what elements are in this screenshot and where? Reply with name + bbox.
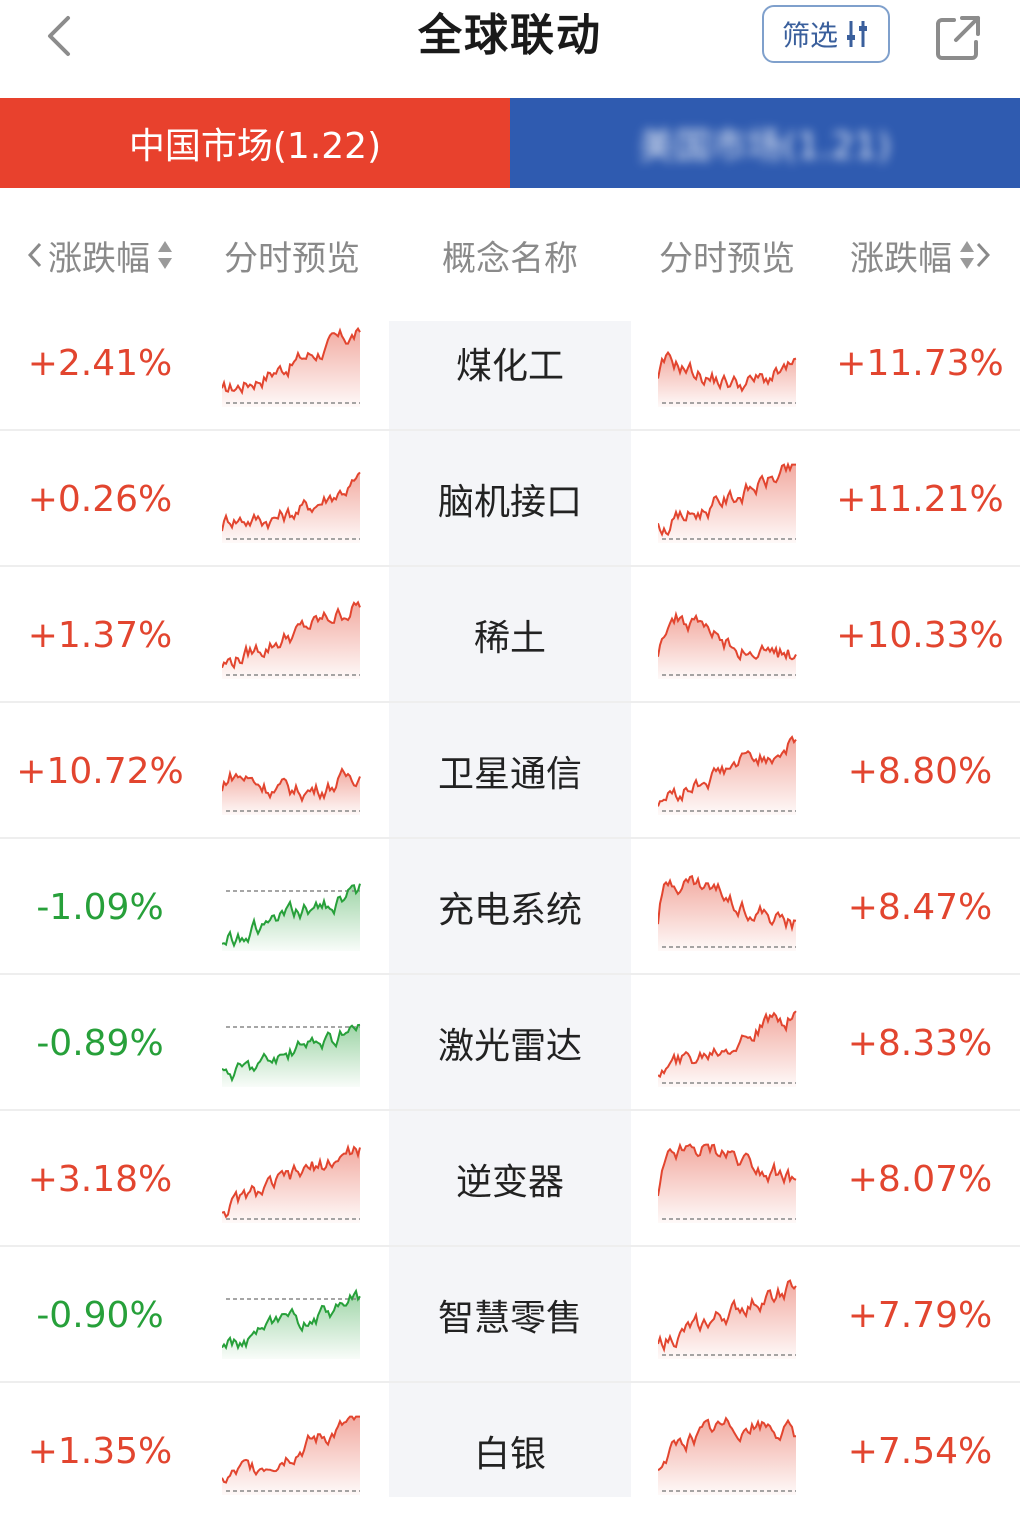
china-change-value: -0.89%	[36, 1022, 164, 1064]
us-change-value: +8.33%	[847, 1022, 993, 1064]
table-row[interactable]: +3.18% 逆变器 +8.07%	[0, 1111, 1020, 1247]
sort-right-change[interactable]: 涨跌幅	[820, 220, 1020, 290]
us-change-value: +8.47%	[847, 886, 993, 928]
sort-left-change[interactable]: 涨跌幅	[0, 220, 200, 290]
china-change-value: +2.41%	[27, 342, 173, 384]
us-change-value: +11.21%	[836, 478, 1004, 520]
us-intraday-sparkline	[658, 1010, 797, 1087]
table-row[interactable]: -0.89% 激光雷达 +8.33%	[0, 975, 1020, 1111]
us-change-value: +11.73%	[836, 342, 1004, 384]
left-preview-header: 分时预览	[224, 238, 360, 279]
concept-name[interactable]: 脑机接口	[389, 431, 631, 567]
us-change-value: +10.33%	[836, 614, 1004, 656]
china-change-value: +1.37%	[27, 614, 173, 656]
us-intraday-sparkline	[658, 1279, 797, 1359]
china-intraday-sparkline	[222, 883, 361, 951]
us-intraday-sparkline	[658, 350, 797, 407]
table-row[interactable]: -0.90% 智慧零售 +7.79%	[0, 1247, 1020, 1383]
us-change-value: +8.07%	[847, 1158, 993, 1200]
china-change-value: -1.09%	[36, 886, 164, 928]
china-intraday-sparkline	[222, 1415, 360, 1495]
filter-label: 筛选	[781, 19, 838, 52]
concept-name[interactable]: 稀土	[389, 567, 631, 703]
market-tabs: 中国市场(1.22) 美国市场(1.21)	[0, 98, 1020, 188]
china-change-value: +10.72%	[16, 750, 184, 792]
top-bar: 全球联动 筛选	[0, 0, 1020, 98]
us-intraday-sparkline	[658, 1416, 796, 1495]
right-change-header: 涨跌幅	[850, 238, 952, 279]
china-intraday-sparkline	[222, 766, 361, 815]
sort-icon	[158, 241, 172, 269]
sliders-icon	[847, 21, 867, 47]
right-preview-header: 分时预览	[659, 238, 795, 279]
us-change-value: +7.54%	[847, 1430, 993, 1472]
name-header: 概念名称	[442, 238, 578, 279]
us-intraday-sparkline	[658, 1142, 797, 1223]
china-change-value: +3.18%	[27, 1158, 173, 1200]
china-change-value: -0.90%	[36, 1294, 164, 1336]
us-change-value: +8.80%	[847, 750, 993, 792]
concept-name[interactable]: 煤化工	[389, 295, 631, 431]
us-change-value: +7.79%	[847, 1294, 993, 1336]
us-intraday-sparkline	[658, 874, 797, 951]
china-change-value: +1.35%	[27, 1430, 173, 1472]
table-row[interactable]: +10.72% 卫星通信 +8.80%	[0, 703, 1020, 839]
china-intraday-sparkline	[222, 326, 361, 407]
table-row[interactable]: +1.37% 稀土 +10.33%	[0, 567, 1020, 703]
concept-name[interactable]: 充电系统	[389, 839, 631, 975]
tab-us-label: 美国市场(1.21)	[638, 126, 892, 167]
us-intraday-sparkline	[658, 461, 796, 543]
concept-name[interactable]: 激光雷达	[389, 975, 631, 1111]
concept-name[interactable]: 卫星通信	[389, 703, 631, 839]
china-intraday-sparkline	[222, 471, 361, 543]
tab-china-label: 中国市场(1.22)	[128, 126, 382, 167]
concept-name[interactable]: 白银	[389, 1383, 631, 1519]
table-row[interactable]: -1.09% 充电系统 +8.47%	[0, 839, 1020, 975]
us-intraday-sparkline	[658, 610, 797, 679]
china-intraday-sparkline	[222, 1023, 361, 1087]
table-row[interactable]: +1.35% 白银 +7.54%	[0, 1383, 1020, 1519]
us-intraday-sparkline	[658, 735, 797, 815]
table-row[interactable]: +2.41% 煤化工 +11.73%	[0, 295, 1020, 431]
china-change-value: +0.26%	[27, 478, 173, 520]
external-link-icon	[936, 16, 980, 60]
sort-icon	[960, 241, 990, 269]
tab-china-market[interactable]: 中国市场(1.22)	[0, 98, 510, 188]
china-intraday-sparkline	[222, 600, 361, 679]
table-row[interactable]: +0.26% 脑机接口 +11.21%	[0, 431, 1020, 567]
concept-name[interactable]: 智慧零售	[389, 1247, 631, 1383]
share-button[interactable]	[932, 12, 984, 64]
left-change-header: 涨跌幅	[48, 238, 150, 279]
tab-us-market[interactable]: 美国市场(1.21)	[510, 98, 1020, 188]
china-intraday-sparkline	[222, 1143, 361, 1223]
chevron-left-small-icon	[27, 242, 42, 268]
filter-button[interactable]: 筛选	[762, 5, 890, 63]
concept-name[interactable]: 逆变器	[389, 1111, 631, 1247]
china-intraday-sparkline	[222, 1288, 361, 1359]
